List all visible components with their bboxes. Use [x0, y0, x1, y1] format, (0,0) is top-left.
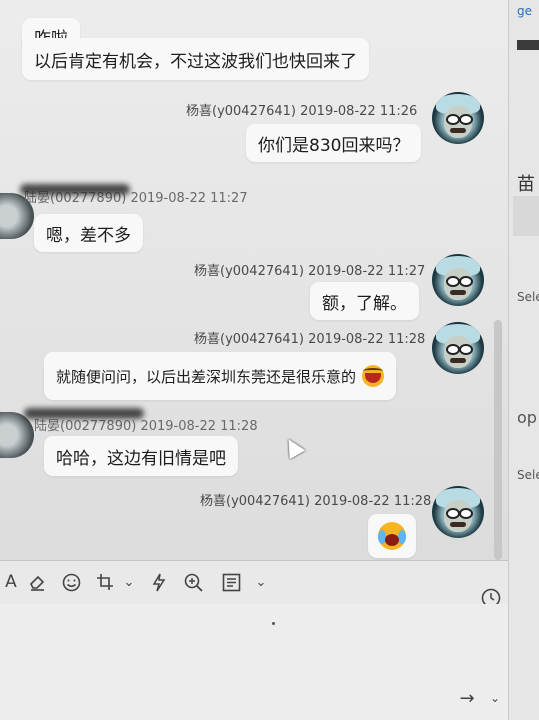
divider	[0, 560, 508, 561]
message-bubble: 额，了解。	[310, 282, 419, 320]
laugh-emoji-icon	[362, 365, 385, 387]
avatar[interactable]	[432, 254, 484, 306]
side-panel-item[interactable]: Sele	[517, 468, 539, 482]
eraser-icon[interactable]	[26, 568, 48, 596]
template-icon[interactable]	[220, 568, 242, 596]
message-bubble: 以后肯定有机会，不过这波我们也快回来了	[22, 38, 369, 80]
message-bubble	[368, 514, 416, 558]
avatar[interactable]	[432, 322, 484, 374]
crop-icon[interactable]	[94, 568, 116, 596]
chevron-down-icon[interactable]: ⌄	[250, 568, 272, 596]
side-panel: ge 苗 Sele op Sele	[508, 0, 539, 720]
zoom-icon[interactable]	[182, 568, 204, 596]
chat-history: 咋啦 以后肯定有机会，不过这波我们也快回来了 杨喜(y00427641) 201…	[0, 0, 508, 560]
message-sender-time: 杨喜(y00427641) 2019-08-22 11:28	[194, 332, 426, 347]
cry-laugh-emoji-icon	[378, 522, 406, 550]
chevron-down-icon[interactable]: ⌄	[118, 568, 140, 596]
chat-scrollbar[interactable]	[494, 320, 502, 560]
message-bubble: 你们是830回来吗？	[246, 124, 422, 162]
message-sender-time: 杨喜(y00427641) 2019-08-22 11:27	[194, 264, 426, 279]
avatar[interactable]	[432, 92, 484, 144]
message-bubble: 嗯，差不多	[34, 214, 143, 252]
side-panel-item[interactable]: Sele	[517, 290, 539, 304]
message-sender-time: 杨喜(y00427641) 2019-08-22 11:28	[200, 494, 432, 509]
message-bubble: 哈哈，这边有旧情是吧	[44, 436, 238, 476]
message-bubble: 就随便问问，以后出差深圳东莞还是很乐意的	[44, 352, 397, 400]
side-panel-item[interactable]: op	[517, 408, 537, 427]
side-panel-item[interactable]: 苗	[517, 170, 535, 196]
message-sender-time: 杨喜(y00427641) 2019-08-22 11:26	[186, 104, 418, 119]
font-icon[interactable]: A	[0, 568, 22, 596]
chevron-down-icon[interactable]: ⌄	[484, 684, 506, 712]
emoji-icon[interactable]	[60, 568, 82, 596]
flash-icon[interactable]	[148, 568, 170, 596]
message-toolbar: A ⌄ ⌄	[0, 566, 508, 608]
message-text: 就随便问问，以后出差深圳东莞还是很乐意的	[56, 367, 357, 386]
side-panel-item[interactable]: ge	[517, 4, 532, 18]
message-input[interactable]: → ⌄	[0, 604, 508, 720]
mouse-cursor	[280, 434, 306, 460]
avatar[interactable]	[432, 486, 484, 538]
send-icon[interactable]: →	[456, 684, 478, 712]
